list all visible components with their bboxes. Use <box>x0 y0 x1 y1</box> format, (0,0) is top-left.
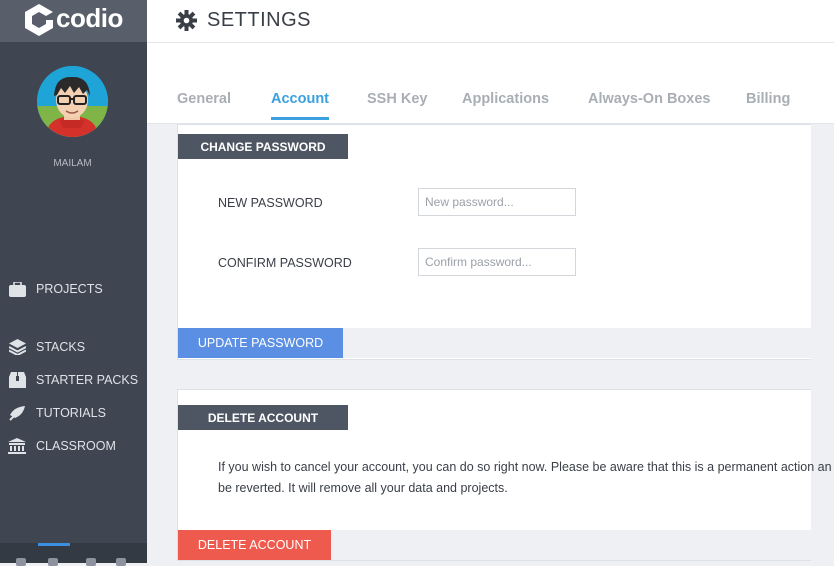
tab-billing[interactable]: Billing <box>746 91 790 107</box>
nav-label: STACKS <box>36 340 86 354</box>
footer-icon[interactable] <box>48 558 58 566</box>
logo-bar: codio <box>0 0 147 42</box>
nav-label: PROJECTS <box>36 282 103 296</box>
tab-account[interactable]: Account <box>271 91 329 120</box>
tab-general[interactable]: General <box>177 91 231 107</box>
new-password-field[interactable] <box>418 188 576 216</box>
username: MAILAM <box>53 158 92 169</box>
tab-always-on-boxes[interactable]: Always-On Boxes <box>588 91 711 107</box>
nav-item-starter-packs[interactable]: STARTER PACKS <box>8 369 138 391</box>
box-icon <box>8 371 26 389</box>
section-header: CHANGE PASSWORD <box>178 134 348 159</box>
confirm-password-label: CONFIRM PASSWORD <box>218 256 352 270</box>
nav-item-tutorials[interactable]: TUTORIALS <box>8 402 106 424</box>
update-password-button[interactable]: UPDATE PASSWORD <box>178 328 343 358</box>
change-password-card: CHANGE PASSWORD NEW PASSWORD CONFIRM PAS… <box>177 124 812 360</box>
active-indicator <box>38 543 70 546</box>
footer-icon[interactable] <box>116 558 126 566</box>
page-title: SETTINGS <box>207 9 312 31</box>
page-header: SETTINGS <box>147 0 834 43</box>
delete-warning-text: If you wish to cancel your account, you … <box>218 457 834 499</box>
nav-item-stacks[interactable]: STACKS <box>8 336 85 358</box>
briefcase-icon <box>8 280 26 298</box>
sidebar-footer <box>0 543 147 566</box>
nav-item-classroom[interactable]: CLASSROOM <box>8 435 116 457</box>
footer-icon[interactable] <box>16 558 26 566</box>
nav-label: TUTORIALS <box>36 406 106 420</box>
avatar[interactable] <box>37 66 108 137</box>
nav-label: STARTER PACKS <box>36 373 139 387</box>
card-footer: UPDATE PASSWORD <box>178 328 812 358</box>
warning-line-1: If you wish to cancel your account, you … <box>218 460 832 474</box>
classroom-icon <box>8 437 26 455</box>
section-header: DELETE ACCOUNT <box>178 405 348 430</box>
warning-line-2: be reverted. It will remove all your dat… <box>218 481 508 495</box>
new-password-label: NEW PASSWORD <box>218 196 323 210</box>
logo-text[interactable]: codio <box>56 3 123 34</box>
tab-applications[interactable]: Applications <box>462 91 549 107</box>
settings-tabs: General Account SSH Key Applications Alw… <box>147 43 834 124</box>
footer-icon[interactable] <box>86 558 96 566</box>
nav-label: CLASSROOM <box>36 439 116 453</box>
delete-account-button[interactable]: DELETE ACCOUNT <box>178 530 331 560</box>
card-footer: DELETE ACCOUNT <box>178 530 812 560</box>
tab-ssh-key[interactable]: SSH Key <box>367 91 427 107</box>
confirm-password-field[interactable] <box>418 248 576 276</box>
tutorial-icon <box>8 404 26 422</box>
sidebar: codio MAILAM PROJECTS STACKS STARTER PAC… <box>0 0 147 566</box>
stack-icon <box>8 338 26 356</box>
delete-account-card: DELETE ACCOUNT If you wish to cancel you… <box>177 389 832 561</box>
codio-logo-icon[interactable] <box>24 3 54 42</box>
gear-icon <box>176 10 197 36</box>
nav-item-projects[interactable]: PROJECTS <box>8 278 103 300</box>
